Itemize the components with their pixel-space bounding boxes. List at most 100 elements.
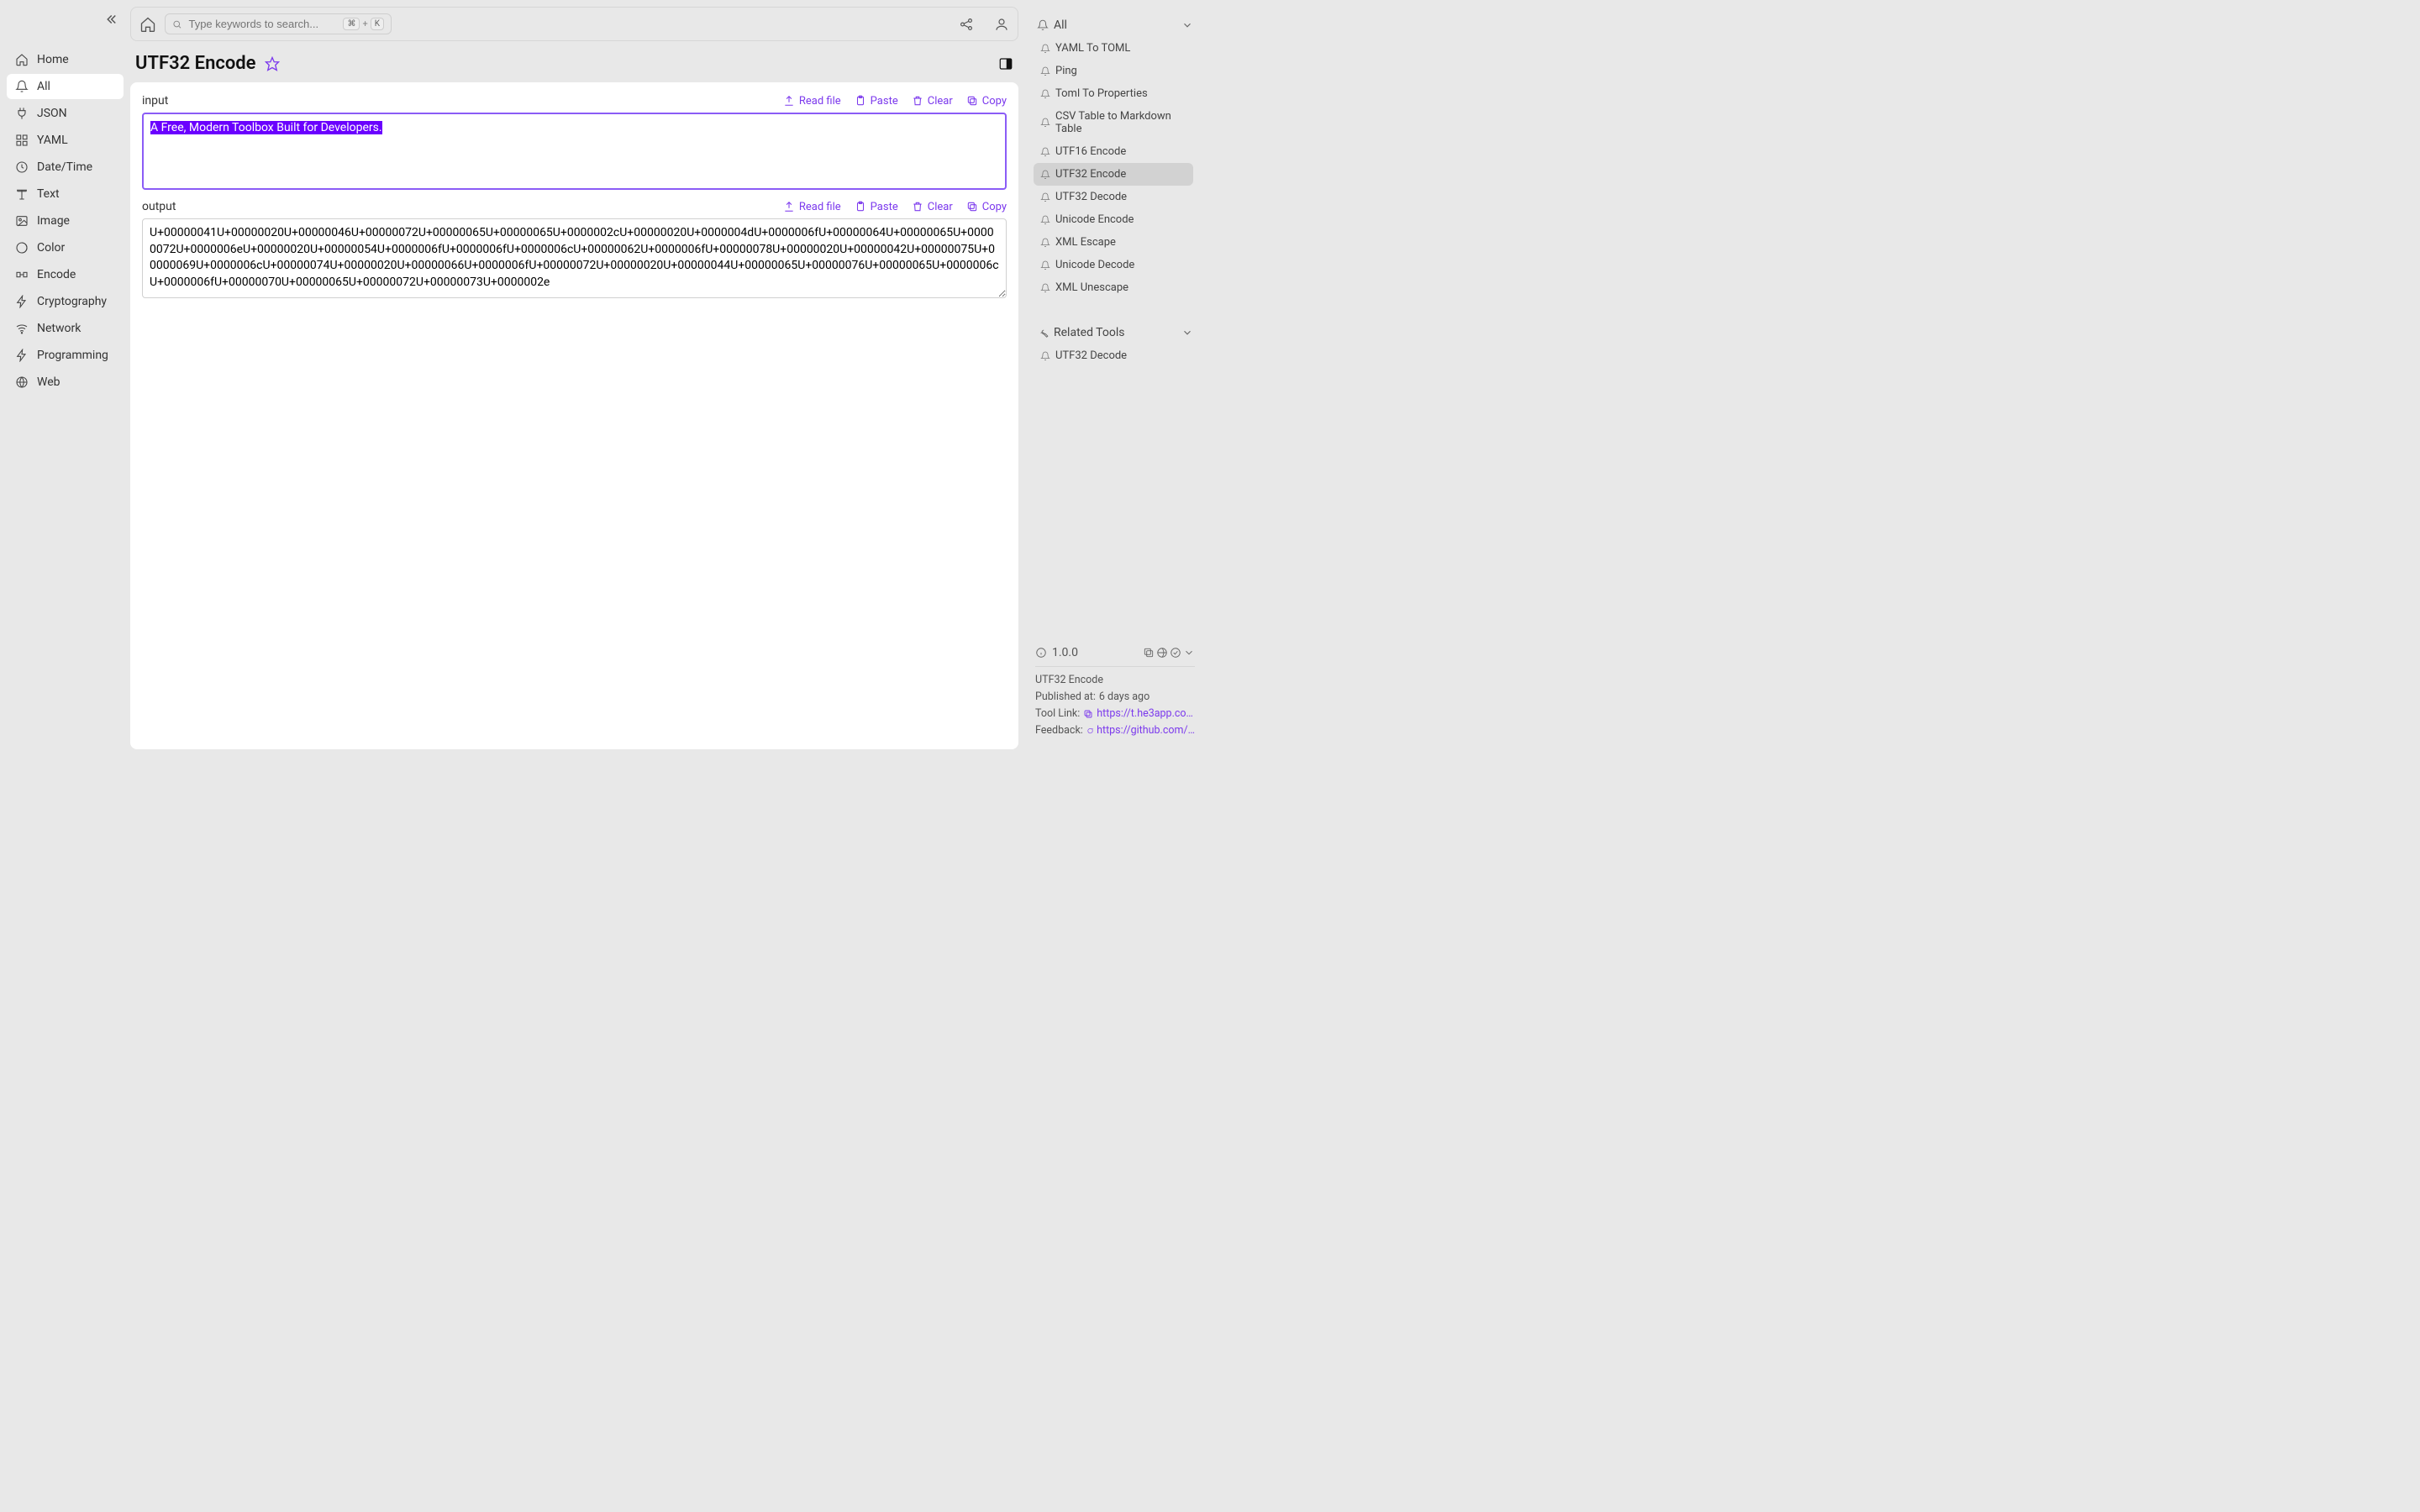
link-icon (1083, 709, 1093, 719)
sidebar-item-text[interactable]: Text (7, 181, 124, 207)
tool-item-label: Ping (1055, 65, 1077, 77)
search-box[interactable]: ⌘ + K (165, 13, 392, 34)
output-clear-button[interactable]: Clear (912, 201, 953, 213)
user-button[interactable] (994, 17, 1009, 32)
tool-item[interactable]: XML Unescape (1034, 276, 1193, 299)
sidebar-item-encode[interactable]: Encode (7, 262, 124, 287)
palette-icon (15, 241, 29, 255)
sidebar-item-web[interactable]: Web (7, 370, 124, 395)
tool-item[interactable]: Toml To Properties (1034, 82, 1193, 105)
trash-icon (912, 201, 923, 213)
topbar: ⌘ + K (130, 7, 1018, 41)
comment-icon (1086, 726, 1093, 736)
input-textarea[interactable]: A Free, Modern Toolbox Built for Develop… (142, 113, 1007, 190)
globe-icon[interactable] (1156, 647, 1168, 659)
tool-item-label: CSV Table to Markdown Table (1055, 110, 1186, 135)
tool-item[interactable]: Unicode Encode (1034, 208, 1193, 231)
sidebar-item-color[interactable]: Color (7, 235, 124, 260)
sidebar-item-label: Image (37, 214, 70, 228)
info-tool-name: UTF32 Encode (1035, 674, 1195, 686)
chevron-down-icon[interactable] (1183, 647, 1195, 659)
image-icon (15, 214, 29, 228)
bell-icon (1040, 215, 1050, 225)
sidebar-item-label: Cryptography (37, 295, 107, 308)
main-area: ⌘ + K UTF32 Encode input (130, 0, 1210, 756)
tool-item-label: Toml To Properties (1055, 87, 1148, 100)
tool-item[interactable]: Ping (1034, 60, 1193, 82)
tool-link[interactable]: https://t.he3app.co… (1097, 707, 1193, 720)
input-copy-button[interactable]: Copy (966, 95, 1007, 108)
sidebar-item-label: Home (37, 53, 69, 66)
chevron-down-icon[interactable] (1181, 327, 1193, 339)
tool-item[interactable]: YAML To TOML (1034, 37, 1193, 60)
output-label: output (142, 200, 176, 213)
share-button[interactable] (959, 17, 974, 32)
tool-item-label: XML Escape (1055, 236, 1116, 249)
bell-icon (1040, 44, 1050, 54)
sidebar-collapse-button[interactable] (103, 12, 118, 27)
sidebar-item-home[interactable]: Home (7, 47, 124, 72)
output-read-file-button[interactable]: Read file (783, 201, 841, 213)
input-paste-button[interactable]: Paste (855, 95, 898, 108)
output-textarea[interactable] (142, 218, 1007, 298)
bell-icon (1040, 170, 1050, 180)
sidebar-item-programming[interactable]: Programming (7, 343, 124, 368)
paste-icon (855, 95, 866, 107)
input-read-file-button[interactable]: Read file (783, 95, 841, 108)
upload-icon (783, 95, 795, 107)
search-icon (172, 18, 182, 30)
input-clear-button[interactable]: Clear (912, 95, 953, 108)
sidebar-item-label: Programming (37, 349, 108, 362)
tool-item[interactable]: XML Escape (1034, 231, 1193, 254)
sidebar-item-label: YAML (37, 134, 68, 147)
tool-item-label: Unicode Encode (1055, 213, 1134, 226)
all-tools-list[interactable]: YAML To TOML Ping Toml To Properties CSV Ta… (1034, 37, 1197, 299)
info-tool-link: Tool Link: https://t.he3app.co… (1035, 707, 1195, 720)
tool-item-label: XML Unescape (1055, 281, 1128, 294)
sidebar-item-label: Date/Time (37, 160, 92, 174)
panel-toggle-button[interactable] (998, 56, 1013, 71)
favorite-button[interactable] (265, 56, 280, 71)
tool-item[interactable]: CSV Table to Markdown Table (1034, 105, 1193, 140)
related-tool-item[interactable]: UTF32 Decode (1034, 344, 1197, 367)
check-icon[interactable] (1170, 647, 1181, 659)
divider (1035, 666, 1195, 667)
related-tools-panel: Related Tools UTF32 Decode (1027, 314, 1203, 629)
bell-icon (1040, 89, 1050, 99)
search-input[interactable] (188, 18, 336, 30)
sidebar-item-image[interactable]: Image (7, 208, 124, 234)
bell-icon (1040, 260, 1050, 270)
copy-icon[interactable] (1143, 647, 1155, 659)
tool-item[interactable]: UTF16 Encode (1034, 140, 1193, 163)
sidebar-item-all[interactable]: All (7, 74, 124, 99)
info-feedback: Feedback: https://github.com/… (1035, 724, 1195, 737)
sidebar-item-datetime[interactable]: Date/Time (7, 155, 124, 180)
sidebar-item-yaml[interactable]: YAML (7, 128, 124, 153)
chevron-down-icon[interactable] (1181, 19, 1193, 31)
tool-item-label: UTF32 Encode (1055, 168, 1126, 181)
home-icon (15, 53, 29, 66)
tool-item[interactable]: UTF32 Encode (1034, 163, 1193, 186)
bell-icon (1040, 118, 1050, 128)
all-tools-title: All (1054, 18, 1067, 32)
sidebar-item-label: All (37, 80, 50, 93)
text-icon (15, 187, 29, 201)
home-button[interactable] (139, 16, 156, 33)
tool-item[interactable]: UTF32 Decode (1034, 186, 1193, 208)
tool-item-label: Unicode Decode (1055, 259, 1134, 271)
sidebar-item-network[interactable]: Network (7, 316, 124, 341)
sidebar-item-cryptography[interactable]: Cryptography (7, 289, 124, 314)
sidebar-item-label: Web (37, 375, 60, 389)
page-title: UTF32 Encode (135, 53, 256, 74)
output-copy-button[interactable]: Copy (966, 201, 1007, 213)
info-published: Published at: 6 days ago (1035, 690, 1195, 703)
sidebar-item-json[interactable]: JSON (7, 101, 124, 126)
related-tools-title: Related Tools (1054, 326, 1124, 339)
feedback-link[interactable]: https://github.com/… (1097, 724, 1195, 737)
bell-icon (1040, 238, 1050, 248)
all-tools-panel: All YAML To TOML Ping Toml To Properties CS… (1027, 7, 1203, 306)
output-paste-button[interactable]: Paste (855, 201, 898, 213)
tool-item[interactable]: Unicode Decode (1034, 254, 1193, 276)
input-label: input (142, 94, 168, 108)
clock-icon (15, 160, 29, 174)
